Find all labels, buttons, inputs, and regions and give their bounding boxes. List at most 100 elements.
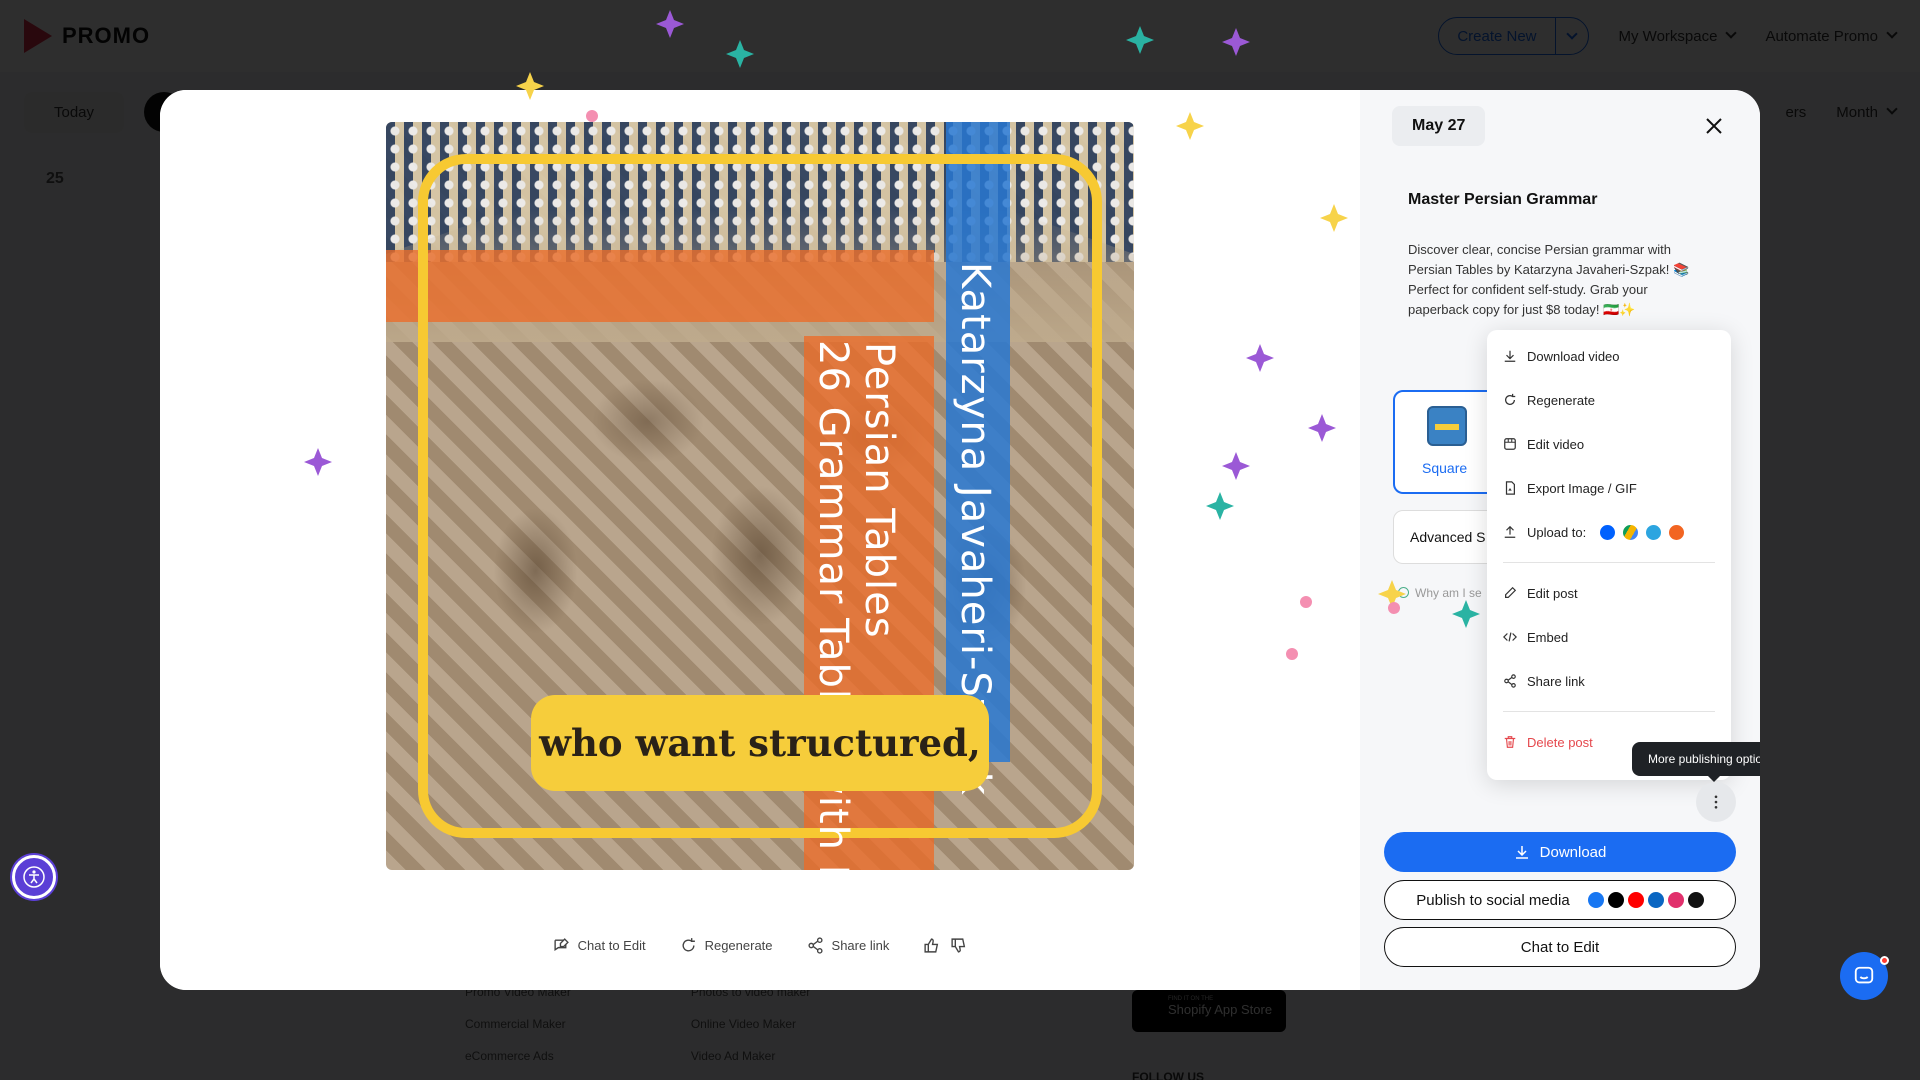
square-format-thumbnail [1427, 406, 1467, 446]
menu-upload-to-label: Upload to: [1527, 524, 1587, 540]
more-options-tooltip: More publishing options [1632, 742, 1760, 782]
social-icons [1587, 892, 1704, 908]
calendar-day-number: 25 [46, 170, 64, 187]
menu-edit-video[interactable]: Edit video [1487, 422, 1731, 466]
today-button[interactable]: Today [24, 91, 125, 133]
telegram-icon[interactable] [1646, 524, 1662, 540]
promo-logo-icon [24, 19, 52, 53]
post-date-badge: May 27 [1392, 106, 1486, 146]
menu-edit-video-label: Edit video [1527, 436, 1585, 452]
accessibility-button[interactable] [12, 855, 56, 899]
download-button[interactable]: Download [1384, 832, 1736, 872]
download-icon [1515, 846, 1528, 859]
publish-to-social-button[interactable]: Publish to social media [1384, 880, 1736, 920]
chevron-down-icon[interactable] [1554, 18, 1588, 54]
upload-icon [1504, 525, 1516, 538]
more-options-menu: Download video Regenerate Edit video Exp… [1487, 330, 1731, 780]
share-icon [1504, 674, 1516, 688]
menu-export-image[interactable]: Export Image / GIF [1487, 466, 1731, 510]
close-icon[interactable] [1702, 114, 1726, 138]
shopify-app-store-badge[interactable]: FIND IT ON THE Shopify App Store [1132, 990, 1286, 1032]
dropbox-icon[interactable] [1600, 524, 1616, 540]
youtube-icon [1627, 892, 1644, 908]
follow-us-heading: FOLLOW US [1132, 1070, 1204, 1080]
regenerate-icon [682, 938, 695, 952]
chevron-down-icon [1886, 26, 1898, 39]
filters-button[interactable]: ers [1785, 104, 1806, 121]
google-drive-icon[interactable] [1623, 524, 1639, 540]
menu-share-link[interactable]: Share link [1487, 659, 1731, 703]
footer-links: Promo Video Maker Commercial Maker eComm… [465, 985, 810, 1080]
promo-logo[interactable]: PROMO [24, 19, 150, 53]
menu-upload-to[interactable]: Upload to: [1487, 510, 1731, 554]
menu-embed[interactable]: Embed [1487, 615, 1731, 659]
menu-download-video-label: Download video [1527, 348, 1620, 364]
tiktok-icon [1687, 892, 1704, 908]
menu-export-image-label: Export Image / GIF [1527, 480, 1637, 496]
preview-pane: Katarzyna Javaheri-Szpak Persian Tables … [160, 90, 1360, 990]
trash-icon [1504, 736, 1516, 748]
share-link-link[interactable]: Share link [807, 937, 890, 954]
menu-regenerate-label: Regenerate [1527, 392, 1595, 408]
post-caption-text: Discover clear, concise Persian grammar … [1408, 242, 1690, 317]
menu-regenerate[interactable]: Regenerate [1487, 378, 1731, 422]
why-am-i-seeing-label: Why am I se [1415, 586, 1482, 600]
accessibility-icon [23, 866, 45, 888]
regenerate-label: Regenerate [704, 938, 773, 953]
menu-divider [1503, 711, 1715, 712]
regenerate-link[interactable]: Regenerate [680, 937, 773, 954]
my-workspace-label: My Workspace [1618, 27, 1718, 45]
preview-actions: Chat to Edit Regenerate Share link [160, 937, 1360, 954]
month-label: Month [1836, 103, 1878, 121]
menu-edit-post[interactable]: Edit post [1487, 571, 1731, 615]
share-icon [807, 937, 823, 954]
post-details-panel: May 27 Master Persian Grammar Discover c… [1360, 90, 1760, 990]
app-header: PROMO Create New My Workspace Automate P… [0, 0, 1920, 72]
download-icon [1504, 350, 1516, 362]
footer-link[interactable]: Video Ad Maker [691, 1049, 810, 1063]
thumbs-up-icon[interactable] [923, 937, 940, 954]
chevron-down-icon [1725, 26, 1738, 39]
edit-video-icon [1504, 438, 1516, 450]
create-new-button[interactable]: Create New [1438, 17, 1589, 55]
kebab-menu-icon [1714, 795, 1718, 809]
footer-link[interactable]: eCommerce Ads [465, 1049, 571, 1063]
menu-download-video[interactable]: Download video [1487, 334, 1731, 378]
title-overlay-text: Persian Tables [856, 342, 902, 639]
caption-box: who want structured, [531, 695, 989, 791]
thumbs-down-icon[interactable] [950, 937, 967, 954]
post-title: Master Persian Grammar [1408, 191, 1598, 208]
caption-text: who want structured, [539, 721, 981, 765]
shopify-badge-label: Shopify App Store [1168, 1002, 1273, 1017]
share-link-label: Share link [831, 938, 890, 953]
menu-embed-label: Embed [1527, 629, 1569, 645]
format-square-label: Square [1422, 460, 1468, 476]
info-icon [1398, 587, 1409, 598]
my-workspace-menu[interactable]: My Workspace [1618, 26, 1738, 45]
automate-promo-label: Automate Promo [1765, 27, 1878, 45]
footer-link[interactable]: Commercial Maker [465, 1017, 571, 1031]
regenerate-icon [1505, 393, 1516, 405]
chat-bubble-icon [1854, 966, 1874, 984]
footer-link[interactable]: Online Video Maker [691, 1017, 810, 1031]
hubspot-icon[interactable] [1669, 524, 1685, 540]
chevron-down-icon [1886, 102, 1898, 115]
facebook-icon [1587, 892, 1604, 908]
chat-to-edit-label: Chat to Edit [577, 938, 646, 953]
menu-edit-post-label: Edit post [1527, 585, 1578, 601]
logo-text: PROMO [62, 23, 151, 48]
notification-dot [1880, 956, 1889, 965]
more-options-button[interactable] [1696, 782, 1736, 822]
publish-label: Publish to social media [1416, 891, 1570, 909]
chat-edit-icon [554, 938, 569, 952]
video-preview[interactable]: Katarzyna Javaheri-Szpak Persian Tables … [386, 122, 1134, 870]
post-preview-modal: Katarzyna Javaheri-Szpak Persian Tables … [160, 90, 1760, 990]
instagram-icon [1667, 892, 1684, 908]
why-am-i-seeing-link[interactable]: Why am I se [1398, 586, 1482, 600]
x-icon [1607, 892, 1624, 908]
chat-to-edit-link[interactable]: Chat to Edit [553, 937, 646, 954]
menu-share-link-label: Share link [1527, 673, 1585, 689]
automate-promo-menu[interactable]: Automate Promo [1765, 26, 1898, 45]
chat-to-edit-button[interactable]: Chat to Edit [1384, 927, 1736, 967]
month-select[interactable]: Month [1836, 102, 1898, 121]
